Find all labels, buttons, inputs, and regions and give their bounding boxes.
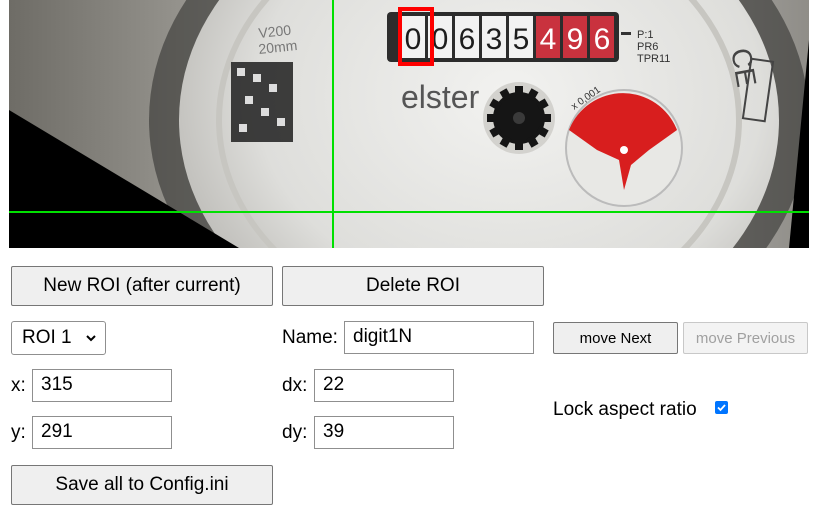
counter-digit: 9 — [567, 23, 584, 56]
counter-digit: 0 — [405, 23, 422, 56]
lock-aspect-checkbox[interactable] — [715, 401, 728, 414]
x-label: x: — [11, 375, 26, 396]
meter-side-text-2: PR6 — [637, 41, 658, 53]
star-wheel — [483, 82, 555, 154]
roi-editor: V200 20mm 00635496 P:1 PR6 TPR11 elster — [0, 0, 815, 525]
datamatrix-code — [231, 62, 293, 142]
counter-digit: 3 — [486, 23, 503, 56]
dy-label: dy: — [282, 422, 308, 443]
new-roi-button[interactable]: New ROI (after current) — [11, 266, 273, 306]
counter-digit: 4 — [540, 23, 557, 56]
meter-image-canvas: V200 20mm 00635496 P:1 PR6 TPR11 elster — [9, 0, 809, 248]
counter-digit: 6 — [459, 23, 476, 56]
lock-aspect-label: Lock aspect ratio — [553, 399, 697, 420]
meter-side-text-1: P:1 — [637, 29, 654, 41]
dx-label: dx: — [282, 375, 308, 396]
name-input[interactable]: digit1N — [344, 321, 534, 354]
counter-digit: 0 — [432, 23, 449, 56]
dy-input[interactable]: 39 — [314, 416, 454, 449]
counter-digit: 6 — [594, 23, 611, 56]
y-input[interactable]: 291 — [32, 416, 172, 449]
move-previous-button[interactable]: move Previous — [683, 322, 808, 354]
name-label: Name: — [282, 327, 338, 348]
checkmark-icon — [717, 404, 726, 412]
meter-brand: elster — [401, 79, 480, 115]
save-config-button[interactable]: Save all to Config.ini — [11, 465, 273, 505]
delete-roi-button[interactable]: Delete ROI — [282, 266, 544, 306]
x-input[interactable]: 315 — [32, 369, 172, 402]
meter-image[interactable]: V200 20mm 00635496 P:1 PR6 TPR11 elster — [9, 0, 809, 248]
move-next-button[interactable]: move Next — [553, 322, 678, 354]
meter-side-text-3: TPR11 — [637, 53, 670, 65]
dx-input[interactable]: 22 — [314, 369, 454, 402]
y-label: y: — [11, 422, 26, 443]
counter-digit: 5 — [513, 23, 530, 56]
roi-select[interactable]: ROI 1 — [11, 321, 106, 355]
roi-select-value: ROI 1 — [22, 327, 72, 348]
chevron-down-icon — [86, 335, 96, 342]
